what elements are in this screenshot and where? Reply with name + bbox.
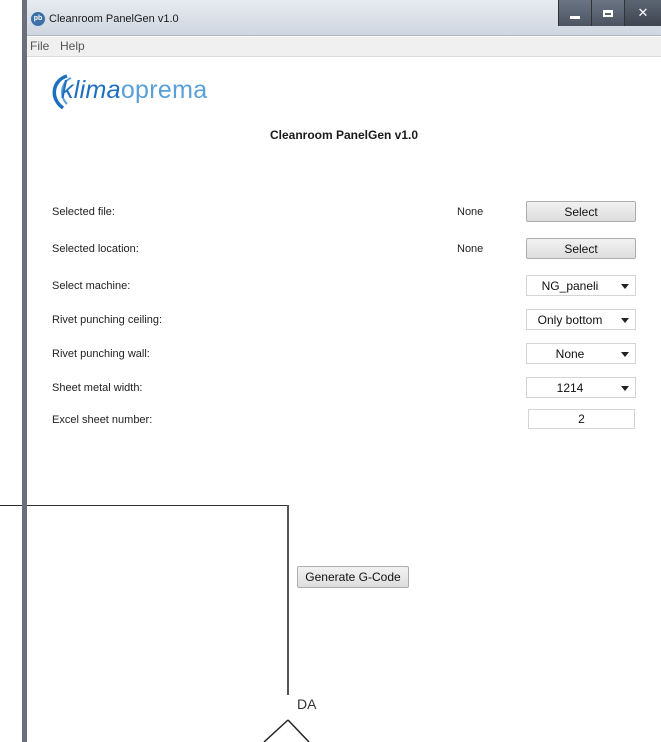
close-icon: ✕ (637, 5, 649, 20)
selected-location-label: Selected location: (52, 243, 139, 255)
machine-select-value: NG_paneli (541, 279, 599, 293)
machine-select[interactable]: NG_paneli (526, 275, 636, 296)
diagram-lines (263, 719, 310, 742)
window-title: Cleanroom PanelGen v1.0 (49, 13, 179, 25)
rivet-ceiling-select[interactable]: Only bottom (526, 309, 636, 330)
chevron-down-icon (621, 284, 629, 289)
select-location-button[interactable]: Select (526, 238, 636, 259)
rivet-wall-select[interactable]: None (526, 343, 636, 364)
maximize-button[interactable] (591, 0, 624, 26)
app-window: DA pb Cleanroom PanelGen v1.0 ✕ File Hel… (27, 0, 661, 742)
minimize-button[interactable] (558, 0, 591, 26)
chevron-down-icon (621, 386, 629, 391)
generate-gcode-button[interactable]: Generate G-Code (297, 566, 409, 588)
sheet-width-select-value: 1214 (556, 381, 584, 395)
logo-text-oprema: oprema (120, 76, 208, 104)
menu-help[interactable]: Help (60, 39, 85, 53)
machine-label: Select machine: (52, 280, 131, 292)
maximize-icon (603, 9, 613, 17)
window-controls: ✕ (558, 0, 661, 30)
minimize-icon (570, 15, 580, 19)
chevron-down-icon (621, 318, 629, 323)
company-logo: klimaoprema (45, 74, 235, 111)
sheet-width-label: Sheet metal width: (52, 382, 143, 394)
select-file-button[interactable]: Select (526, 201, 636, 222)
rivet-wall-label: Rivet punching wall: (52, 348, 150, 360)
menu-file[interactable]: File (30, 39, 49, 53)
diagram-label: DA (297, 696, 317, 712)
rivet-wall-select-value: None (555, 347, 585, 361)
sheet-width-select[interactable]: 1214 (526, 377, 636, 398)
diagram-line-vertical (287, 505, 289, 695)
excel-sheet-label: Excel sheet number: (52, 414, 153, 426)
rivet-ceiling-select-value: Only bottom (537, 313, 603, 327)
rivet-ceiling-label: Rivet punching ceiling: (52, 314, 163, 326)
excel-sheet-input[interactable] (528, 409, 635, 429)
page-title: Cleanroom PanelGen v1.0 (269, 128, 419, 142)
logo-text-klima: klima (61, 76, 121, 104)
app-icon: pb (31, 12, 45, 26)
selected-location-value: None (457, 243, 484, 255)
chevron-down-icon (621, 352, 629, 357)
selected-file-label: Selected file: (52, 206, 115, 218)
diagram-line-horizontal (27, 505, 288, 506)
title-bar[interactable]: pb Cleanroom PanelGen v1.0 ✕ (27, 0, 661, 36)
selected-file-value: None (457, 206, 484, 218)
menu-bar: File Help (27, 37, 661, 57)
close-button[interactable]: ✕ (624, 0, 661, 26)
